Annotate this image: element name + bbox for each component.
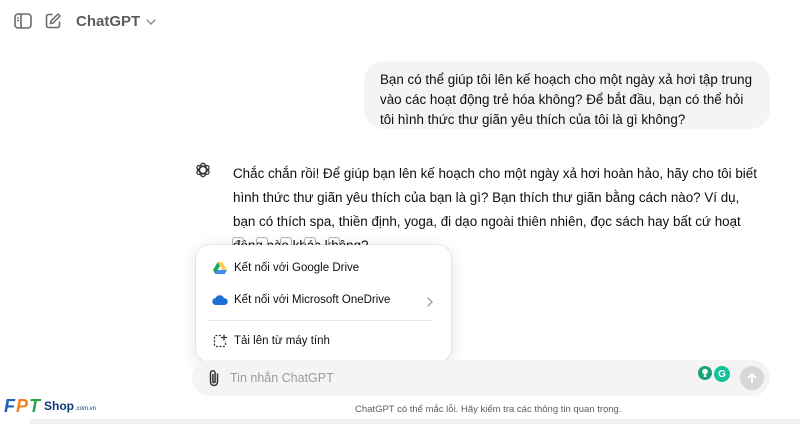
chevron-down-icon [146, 12, 156, 30]
model-switcher[interactable]: ChatGPT [76, 12, 156, 30]
menu-item-label: Kết nối với Microsoft OneDrive [234, 294, 391, 306]
openai-logo-icon [193, 160, 213, 180]
send-button[interactable] [740, 366, 764, 390]
message-composer: G [192, 360, 770, 396]
menu-divider [208, 320, 433, 321]
paperclip-icon[interactable] [204, 368, 224, 388]
chevron-right-icon [427, 294, 433, 312]
watermark-letter-t: T [29, 395, 41, 416]
arrow-up-icon [747, 373, 757, 383]
watermark-letter-p: P [16, 395, 29, 416]
grammarly-icon[interactable]: G [714, 366, 730, 382]
user-message-bubble: Bạn có thể giúp tôi lên kế hoạch cho một… [364, 61, 770, 129]
model-name: ChatGPT [76, 12, 141, 30]
menu-item-upload-computer[interactable]: Tải lên từ máy tính [196, 327, 451, 355]
fptshop-watermark-logo: F P T Shop .com.vn [4, 393, 96, 419]
message-input[interactable] [230, 366, 670, 390]
watermark-domain: .com.vn [75, 406, 97, 412]
menu-item-onedrive[interactable]: Kết nối với Microsoft OneDrive [196, 286, 451, 314]
menu-item-label: Tải lên từ máy tính [234, 335, 330, 347]
onedrive-icon [212, 292, 228, 308]
menu-item-label: Kết nối với Google Drive [234, 262, 360, 274]
user-message-text: Bạn có thể giúp tôi lên kế hoạch cho một… [380, 72, 753, 127]
disclaimer-text: ChatGPT có thể mắc lỗi. Hãy kiểm tra các… [355, 404, 622, 415]
watermark-letter-f: F [4, 395, 15, 416]
menu-item-google-drive[interactable]: Kết nối với Google Drive [196, 254, 451, 282]
extension-icons: G [698, 366, 730, 382]
bottom-divider [30, 419, 800, 424]
attach-menu: Kết nối với Google Drive Kết nối với Mic… [196, 245, 451, 362]
top-bar: ChatGPT [0, 0, 800, 44]
google-drive-icon [212, 260, 228, 276]
extension-bulb-icon[interactable] [698, 366, 712, 380]
watermark-shop: Shop [44, 399, 75, 413]
sidebar-toggle-icon[interactable] [11, 9, 35, 33]
upload-computer-icon [212, 333, 228, 349]
new-chat-icon[interactable] [41, 9, 65, 33]
